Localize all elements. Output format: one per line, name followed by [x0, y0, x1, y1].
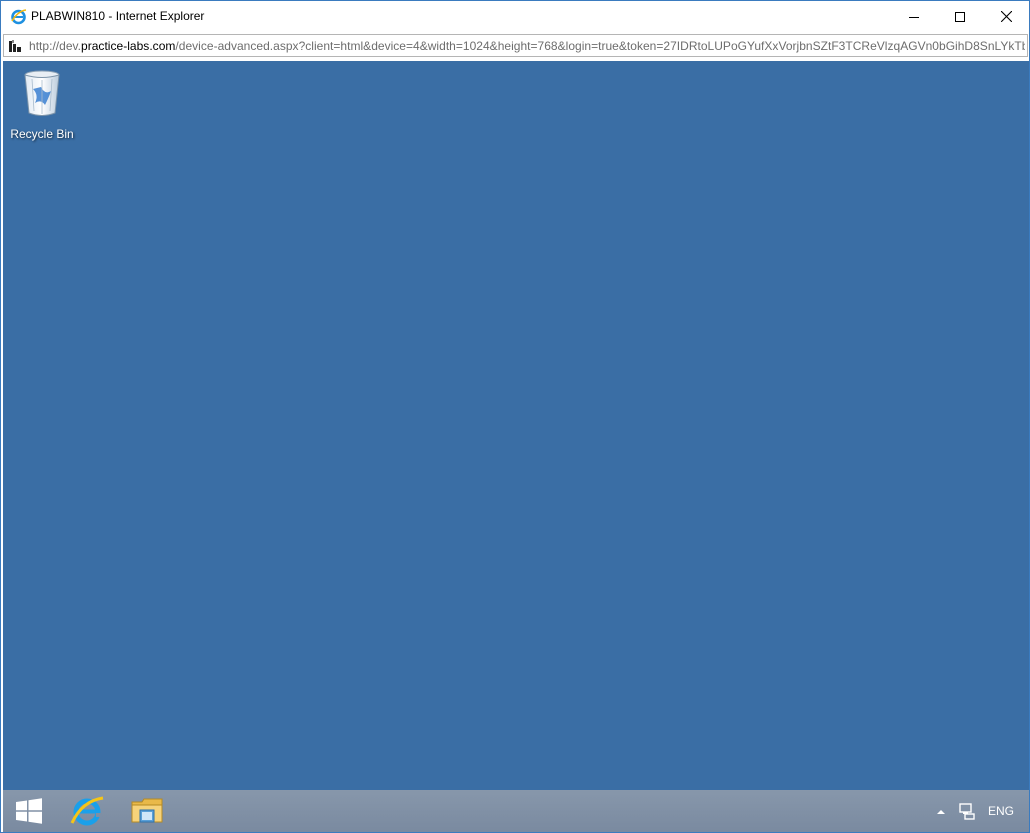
- url-path: /device-advanced.aspx?client=html&device…: [175, 39, 1025, 53]
- url-domain: practice-labs.com: [81, 39, 175, 53]
- internet-explorer-icon: [70, 795, 104, 827]
- maximize-button[interactable]: [937, 1, 983, 32]
- internet-explorer-icon: [10, 8, 27, 25]
- close-icon: [1001, 11, 1012, 22]
- site-favicon-icon: [7, 38, 23, 54]
- close-button[interactable]: [983, 1, 1029, 32]
- title-bar[interactable]: PLABWIN810 - Internet Explorer: [1, 1, 1029, 32]
- language-indicator[interactable]: ENG: [988, 804, 1014, 818]
- windows-start-icon: [16, 798, 42, 824]
- maximize-icon: [955, 12, 965, 22]
- desktop-icon-recycle-bin[interactable]: Recycle Bin: [7, 67, 77, 139]
- url-prefix: http://dev.: [29, 39, 81, 53]
- address-url[interactable]: http://dev.practice-labs.com/device-adva…: [29, 39, 1025, 53]
- window-title: PLABWIN810 - Internet Explorer: [31, 9, 204, 23]
- recycle-bin-icon: [21, 69, 63, 119]
- show-hidden-icons-arrow-icon[interactable]: [935, 805, 947, 817]
- minimize-button[interactable]: [891, 1, 937, 32]
- desktop[interactable]: Recycle Bin: [3, 61, 1029, 790]
- file-explorer-icon: [130, 796, 164, 826]
- browser-window: PLABWIN810 - Internet Explorer http://de…: [0, 0, 1030, 833]
- taskbar-file-explorer[interactable]: [121, 790, 173, 832]
- desktop-icon-label: Recycle Bin: [7, 127, 77, 141]
- taskbar-internet-explorer[interactable]: [61, 790, 113, 832]
- minimize-icon: [909, 12, 919, 22]
- network-icon[interactable]: [958, 802, 976, 820]
- taskbar: ENG: [3, 790, 1029, 832]
- address-bar[interactable]: http://dev.practice-labs.com/device-adva…: [3, 34, 1028, 57]
- start-button[interactable]: [3, 790, 55, 832]
